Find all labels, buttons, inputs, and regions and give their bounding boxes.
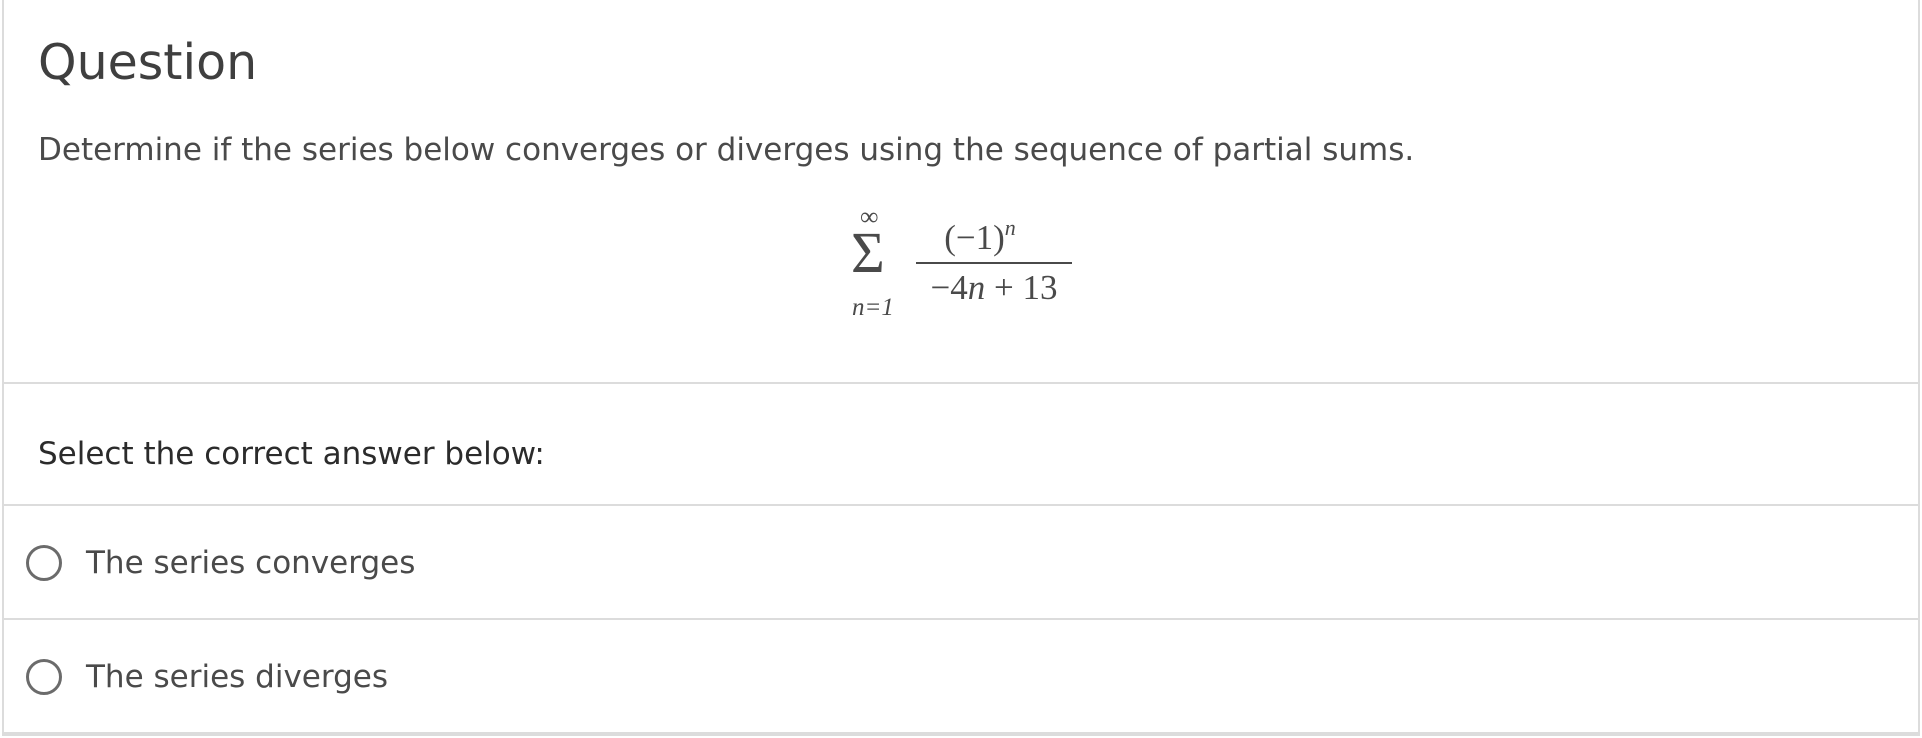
fraction-numerator: (−1)n (914, 216, 1046, 260)
sigma-symbol: Σ (851, 220, 885, 285)
answer-option-diverges[interactable]: The series diverges (4, 620, 1918, 734)
fraction-bar (916, 262, 1072, 264)
denominator-variable: n (967, 268, 986, 307)
fraction-denominator: −4n + 13 (916, 266, 1072, 310)
question-section: Question Determine if the series below c… (4, 0, 1918, 384)
numerator-exponent: n (1004, 215, 1016, 240)
summation: ∞ Σ n=1 (846, 204, 896, 328)
denominator-prefix: −4 (930, 268, 968, 307)
question-title: Question (38, 34, 258, 91)
options-divider (1918, 506, 1920, 736)
sum-lower-limit: n=1 (852, 294, 894, 321)
answer-header-label: Select the correct answer below: (38, 436, 545, 472)
question-card: Question Determine if the series below c… (2, 0, 1920, 736)
answer-header: Select the correct answer below: (4, 384, 1918, 506)
numerator-base: (−1) (944, 218, 1005, 257)
radio-button-icon[interactable] (26, 659, 62, 695)
answer-option-label[interactable]: The series converges (86, 541, 415, 585)
denominator-suffix: + 13 (985, 268, 1058, 307)
radio-button-icon[interactable] (26, 545, 62, 581)
answer-option-label[interactable]: The series diverges (86, 655, 388, 699)
question-prompt: Determine if the series below converges … (38, 132, 1415, 168)
answer-option-converges[interactable]: The series converges (4, 506, 1918, 620)
series-formula: ∞ Σ n=1 (−1)n −4n + 13 (846, 204, 1086, 328)
